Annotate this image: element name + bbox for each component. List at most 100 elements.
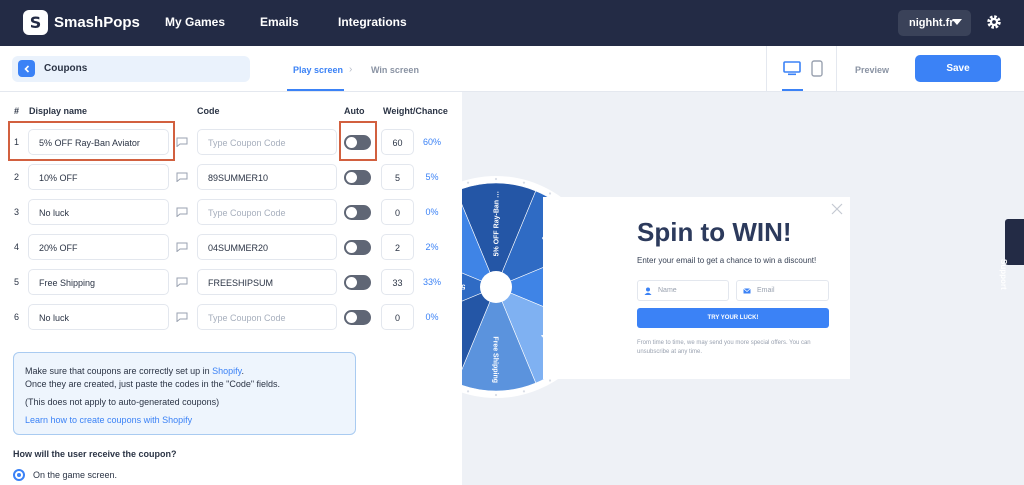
row-number: 5 [14, 277, 20, 287]
column-header-display-name: Display name [29, 106, 88, 116]
coupon-code-input[interactable]: FREESHIPSUM [197, 269, 337, 295]
account-dropdown[interactable]: nighht.fr [898, 10, 971, 36]
table-row: 2 10% OFF 89SUMMER10 5 5% [0, 164, 462, 192]
chance-percent: 2% [425, 242, 439, 252]
coupon-code-input[interactable]: Type Coupon Code [197, 304, 337, 330]
display-name-input[interactable]: Free Shipping [28, 269, 169, 295]
comment-icon[interactable] [176, 277, 188, 287]
info-line-1: Make sure that coupons are correctly set… [25, 365, 355, 378]
weight-input[interactable]: 0 [381, 304, 414, 330]
chance-percent: 60% [422, 137, 441, 147]
coupon-code-input[interactable]: 04SUMMER20 [197, 234, 337, 260]
row-number: 3 [14, 207, 20, 217]
table-row: 6 No luck Type Coupon Code 0 0% [0, 304, 462, 332]
brand-name: SmashPops [54, 14, 140, 31]
delivery-radio[interactable] [13, 469, 25, 481]
toggle-knob [346, 312, 357, 323]
learn-coupons-link[interactable]: Learn how to create coupons with Shopify [25, 414, 355, 427]
display-name-input[interactable]: No luck [28, 199, 169, 225]
wheel-rim-dot [466, 181, 470, 184]
comment-icon[interactable] [176, 172, 188, 182]
toggle-knob [346, 242, 357, 253]
wheel-rim-dot [494, 393, 498, 397]
nav-my-games[interactable]: My Games [165, 15, 225, 29]
wheel-segment-label: Free Shipping [492, 336, 499, 383]
wheel-rim-dot [522, 390, 526, 393]
tab-win-screen[interactable]: Win screen [371, 65, 419, 75]
display-name-input[interactable]: 10% OFF [28, 164, 169, 190]
wheel-rim-dot [522, 181, 526, 184]
user-icon [644, 287, 652, 295]
column-header-number: # [14, 106, 20, 116]
wheel-hub [480, 271, 512, 303]
info-text: . [241, 366, 244, 376]
editor-toolbar: Coupons Play screen › Win screen Preview… [0, 46, 1024, 92]
desktop-icon[interactable] [783, 61, 801, 76]
auto-toggle[interactable] [344, 205, 371, 220]
chevron-right-icon: › [349, 64, 353, 75]
chance-percent: 33% [422, 277, 441, 287]
auto-toggle[interactable] [344, 240, 371, 255]
support-label: Support [999, 259, 1008, 290]
toggle-knob [346, 207, 357, 218]
mail-icon [743, 288, 751, 294]
nav-emails[interactable]: Emails [260, 15, 299, 29]
close-icon[interactable] [831, 203, 843, 215]
comment-icon[interactable] [176, 207, 188, 217]
table-row: 3 No luck Type Coupon Code 0 0% [0, 199, 462, 227]
auto-toggle[interactable] [344, 275, 371, 290]
active-device-indicator [782, 89, 803, 91]
account-name: nighht.fr [909, 17, 954, 29]
comment-icon[interactable] [176, 242, 188, 252]
chance-percent: 5% [425, 172, 439, 182]
chevron-left-icon [23, 64, 29, 73]
mobile-icon[interactable] [811, 60, 823, 77]
logo-icon: S [23, 10, 48, 35]
coupon-code-input[interactable]: Type Coupon Code [197, 199, 337, 225]
coupon-code-input[interactable]: Type Coupon Code [197, 129, 337, 155]
preview-button[interactable]: Preview [855, 65, 889, 75]
save-button[interactable]: Save [915, 55, 1001, 82]
row-number: 4 [14, 242, 20, 252]
table-row: 4 20% OFF 04SUMMER20 2 2% [0, 234, 462, 262]
try-your-luck-button[interactable]: TRY YOUR LUCK! [637, 308, 829, 328]
weight-input[interactable]: 33 [381, 269, 414, 295]
divider [766, 46, 767, 92]
display-name-input[interactable]: No luck [28, 304, 169, 330]
auto-toggle[interactable] [344, 170, 371, 185]
coupon-code-input[interactable]: 89SUMMER10 [197, 164, 337, 190]
back-button[interactable] [18, 60, 35, 77]
row-number: 6 [14, 312, 20, 322]
nav-integrations[interactable]: Integrations [338, 15, 407, 29]
chance-percent: 0% [425, 207, 439, 217]
toggle-knob [346, 172, 357, 183]
column-header-code: Code [197, 106, 220, 116]
weight-input[interactable]: 60 [381, 129, 414, 155]
info-line-3: (This does not apply to auto-generated c… [25, 397, 220, 407]
comment-icon[interactable] [176, 312, 188, 322]
delivery-question: How will the user receive the coupon? [13, 449, 177, 459]
highlight-auto-toggle [339, 121, 377, 161]
divider [836, 46, 837, 92]
wheel-rim-dot [548, 192, 552, 195]
section-title: Coupons [44, 63, 88, 74]
weight-input[interactable]: 0 [381, 199, 414, 225]
popup-disclaimer: From time to time, we may send you more … [637, 340, 811, 355]
toggle-knob [346, 277, 357, 288]
section-header: Coupons [12, 56, 250, 82]
display-name-input[interactable]: 20% OFF [28, 234, 169, 260]
tab-play-screen[interactable]: Play screen [293, 65, 343, 75]
popup-subtitle: Enter your email to get a chance to win … [637, 256, 817, 265]
shopify-link[interactable]: Shopify [212, 366, 241, 376]
wheel-rim-dot [466, 390, 470, 393]
coupon-editor-panel: # Display name Code Auto Weight/Chance 1… [0, 92, 462, 485]
info-line-2: Once they are created, just paste the co… [25, 379, 281, 389]
support-tab[interactable]: Support [999, 219, 1024, 290]
auto-toggle[interactable] [344, 310, 371, 325]
weight-input[interactable]: 5 [381, 164, 414, 190]
gear-icon[interactable] [985, 13, 1003, 31]
active-tab-indicator [287, 89, 344, 91]
weight-input[interactable]: 2 [381, 234, 414, 260]
delivery-option-label: On the game screen. [33, 470, 118, 480]
comment-icon[interactable] [176, 137, 188, 147]
